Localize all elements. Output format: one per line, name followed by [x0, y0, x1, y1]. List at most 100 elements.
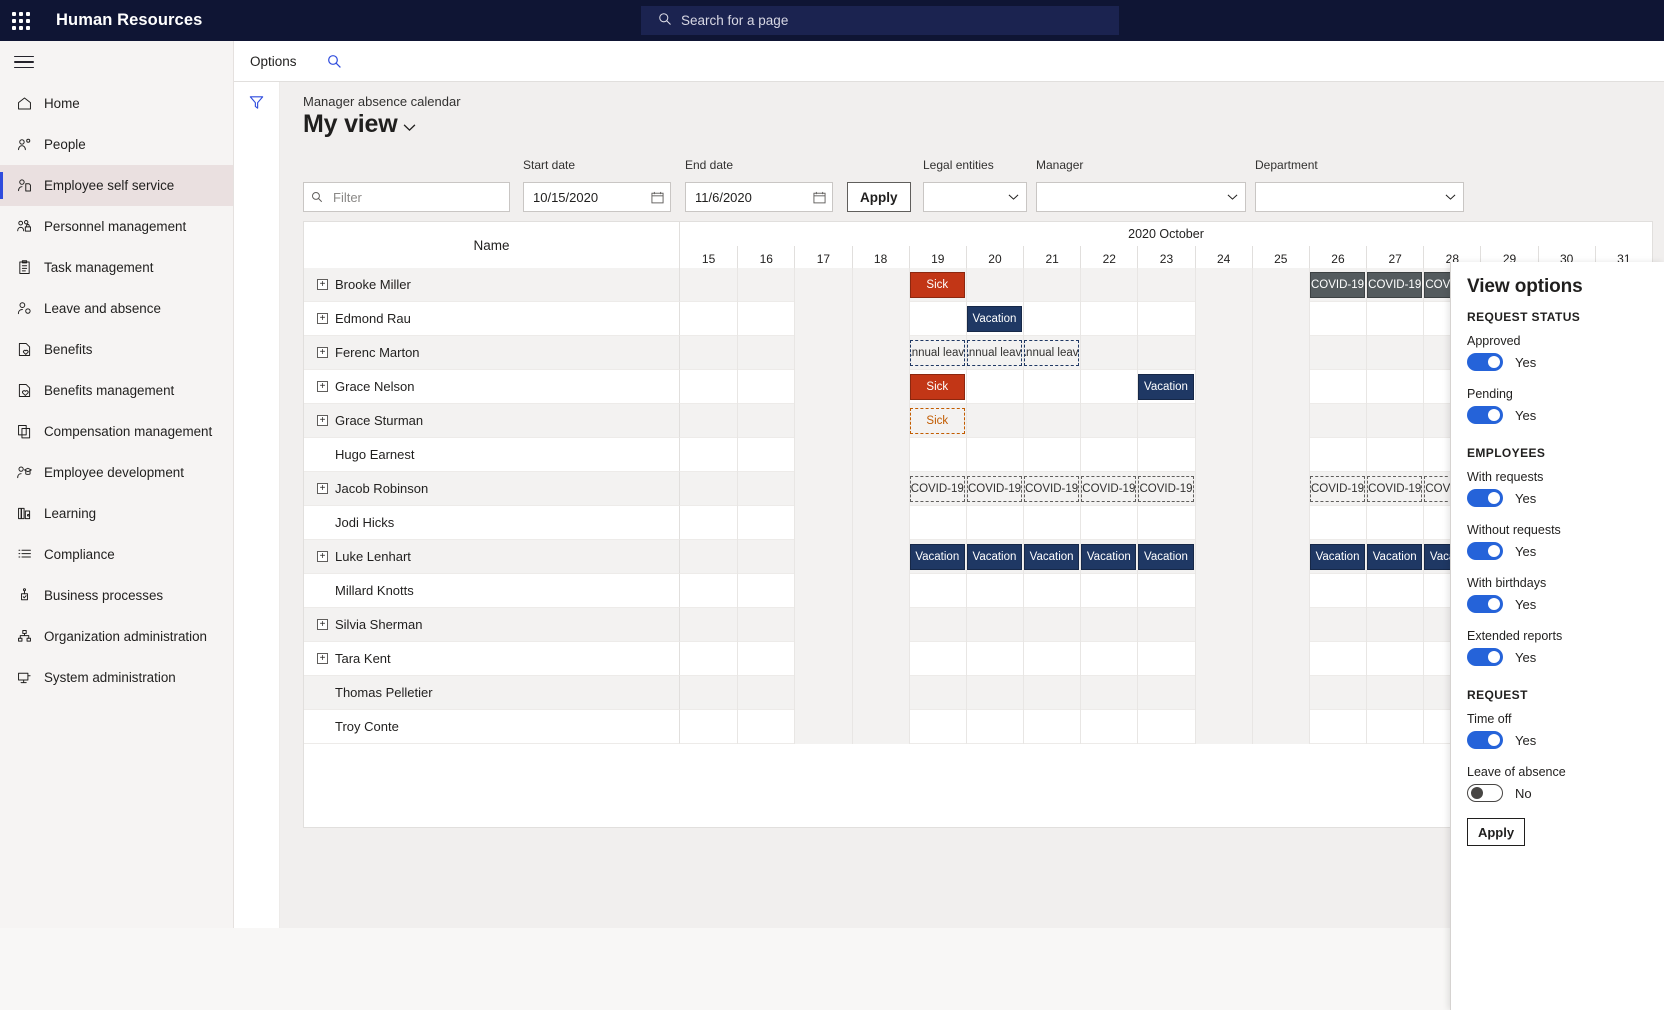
employee-name-cell[interactable]: +Jodi Hicks — [304, 506, 680, 540]
calendar-day-cell-24[interactable] — [1195, 608, 1252, 642]
calendar-day-cell-16[interactable] — [737, 608, 794, 642]
calendar-day-cell-26[interactable] — [1309, 302, 1366, 336]
calendar-day-cell-22[interactable] — [1080, 676, 1137, 710]
calendar-event-vacation-approved[interactable]: Vacation — [1138, 544, 1193, 570]
plus-box-icon[interactable]: + — [317, 313, 328, 324]
calendar-day-cell-17[interactable] — [794, 608, 851, 642]
calendar-day-cell-27[interactable] — [1366, 676, 1423, 710]
calendar-event-covid-pending[interactable]: COVID-19 — [967, 476, 1022, 502]
calendar-day-cell-17[interactable] — [794, 404, 851, 438]
sidebar-item-business-processes[interactable]: Business processes — [0, 575, 233, 616]
calendar-day-cell-18[interactable] — [852, 404, 909, 438]
calendar-day-cell-15[interactable] — [680, 642, 737, 676]
calendar-day-cell-18[interactable] — [852, 676, 909, 710]
calendar-day-cell-25[interactable] — [1252, 370, 1309, 404]
calendar-day-cell-16[interactable] — [737, 438, 794, 472]
plus-box-icon[interactable]: + — [317, 619, 328, 630]
action-pane-search-icon[interactable] — [313, 41, 357, 82]
calendar-day-cell-17[interactable] — [794, 540, 851, 574]
calendar-day-cell-17[interactable] — [794, 710, 851, 744]
calendar-day-cell-18[interactable] — [852, 642, 909, 676]
calendar-day-cell-15[interactable] — [680, 370, 737, 404]
calendar-day-cell-18[interactable] — [852, 268, 909, 302]
calendar-day-cell-20[interactable] — [966, 438, 1023, 472]
sidebar-item-compliance[interactable]: Compliance — [0, 534, 233, 575]
plus-box-icon[interactable]: + — [317, 415, 328, 426]
sidebar-item-benefits-management[interactable]: Benefits management — [0, 370, 233, 411]
calendar-event-covid-approved[interactable]: COVID-19 — [1367, 272, 1422, 298]
calendar-day-cell-23[interactable] — [1137, 676, 1194, 710]
calendar-day-cell-20[interactable] — [966, 574, 1023, 608]
calendar-day-cell-15[interactable] — [680, 506, 737, 540]
calendar-day-cell-17[interactable] — [794, 676, 851, 710]
calendar-day-cell-20[interactable] — [966, 642, 1023, 676]
toggle-switch[interactable] — [1467, 542, 1503, 560]
calendar-day-cell-22[interactable] — [1080, 302, 1137, 336]
employee-name-cell[interactable]: +Tara Kent — [304, 642, 680, 676]
sidebar-item-employee-self-service[interactable]: Employee self service — [0, 165, 233, 206]
waffle-grid-icon[interactable] — [0, 0, 42, 41]
calendar-day-cell-23[interactable] — [1137, 574, 1194, 608]
calendar-day-cell-24[interactable] — [1195, 574, 1252, 608]
calendar-event-covid-pending[interactable]: COVID-19 — [910, 476, 965, 502]
calendar-day-cell-25[interactable] — [1252, 574, 1309, 608]
calendar-day-cell-27[interactable] — [1366, 370, 1423, 404]
calendar-day-cell-17[interactable] — [794, 302, 851, 336]
calendar-day-cell-16[interactable] — [737, 710, 794, 744]
calendar-day-cell-19[interactable] — [909, 676, 966, 710]
calendar-day-cell-25[interactable] — [1252, 506, 1309, 540]
employee-name-cell[interactable]: +Ferenc Marton — [304, 336, 680, 370]
calendar-event-vacation-approved[interactable]: Vacation — [1081, 544, 1136, 570]
calendar-day-cell-18[interactable] — [852, 336, 909, 370]
calendar-day-cell-24[interactable] — [1195, 438, 1252, 472]
calendar-day-cell-16[interactable] — [737, 506, 794, 540]
plus-box-icon[interactable]: + — [317, 653, 328, 664]
employee-name-cell[interactable]: +Edmond Rau — [304, 302, 680, 336]
calendar-day-cell-16[interactable] — [737, 540, 794, 574]
calendar-day-cell-20[interactable] — [966, 710, 1023, 744]
calendar-event-covid-pending[interactable]: COVID-19 — [1024, 476, 1079, 502]
calendar-day-cell-21[interactable] — [1023, 506, 1080, 540]
calendar-day-cell-24[interactable] — [1195, 370, 1252, 404]
search-input[interactable] — [681, 13, 1061, 28]
calendar-day-cell-19[interactable] — [909, 302, 966, 336]
toggle-switch[interactable] — [1467, 353, 1503, 371]
calendar-day-cell-24[interactable] — [1195, 302, 1252, 336]
plus-box-icon[interactable]: + — [317, 381, 328, 392]
calendar-day-cell-27[interactable] — [1366, 336, 1423, 370]
calendar-day-cell-24[interactable] — [1195, 472, 1252, 506]
calendar-day-cell-15[interactable] — [680, 710, 737, 744]
plus-box-icon[interactable]: + — [317, 483, 328, 494]
calendar-day-cell-17[interactable] — [794, 268, 851, 302]
calendar-day-cell-23[interactable] — [1137, 506, 1194, 540]
calendar-day-cell-18[interactable] — [852, 506, 909, 540]
calendar-day-cell-22[interactable] — [1080, 268, 1137, 302]
calendar-day-cell-20[interactable] — [966, 268, 1023, 302]
employee-name-cell[interactable]: +Millard Knotts — [304, 574, 680, 608]
calendar-day-cell-17[interactable] — [794, 336, 851, 370]
calendar-day-cell-22[interactable] — [1080, 438, 1137, 472]
calendar-day-cell-18[interactable] — [852, 574, 909, 608]
calendar-day-cell-26[interactable] — [1309, 438, 1366, 472]
calendar-day-cell-20[interactable] — [966, 404, 1023, 438]
calendar-day-cell-20[interactable] — [966, 608, 1023, 642]
calendar-day-cell-17[interactable] — [794, 506, 851, 540]
calendar-day-cell-25[interactable] — [1252, 302, 1309, 336]
calendar-day-cell-25[interactable] — [1252, 472, 1309, 506]
calendar-day-cell-21[interactable] — [1023, 268, 1080, 302]
employee-name-cell[interactable]: +Troy Conte — [304, 710, 680, 744]
calendar-day-cell-16[interactable] — [737, 302, 794, 336]
calendar-day-cell-27[interactable] — [1366, 302, 1423, 336]
calendar-day-cell-19[interactable] — [909, 438, 966, 472]
calendar-event-vacation-approved[interactable]: Vacation — [967, 306, 1022, 332]
sidebar-item-leave-and-absence[interactable]: Leave and absence — [0, 288, 233, 329]
calendar-day-cell-17[interactable] — [794, 574, 851, 608]
calendar-day-cell-16[interactable] — [737, 642, 794, 676]
calendar-day-cell-17[interactable] — [794, 370, 851, 404]
toggle-switch[interactable] — [1467, 406, 1503, 424]
view-option-toggle-with-birthdays[interactable]: Yes — [1467, 595, 1648, 613]
calendar-day-cell-16[interactable] — [737, 574, 794, 608]
calendar-day-cell-23[interactable] — [1137, 268, 1194, 302]
calendar-day-cell-27[interactable] — [1366, 574, 1423, 608]
sidebar-item-compensation-management[interactable]: Compensation management — [0, 411, 233, 452]
